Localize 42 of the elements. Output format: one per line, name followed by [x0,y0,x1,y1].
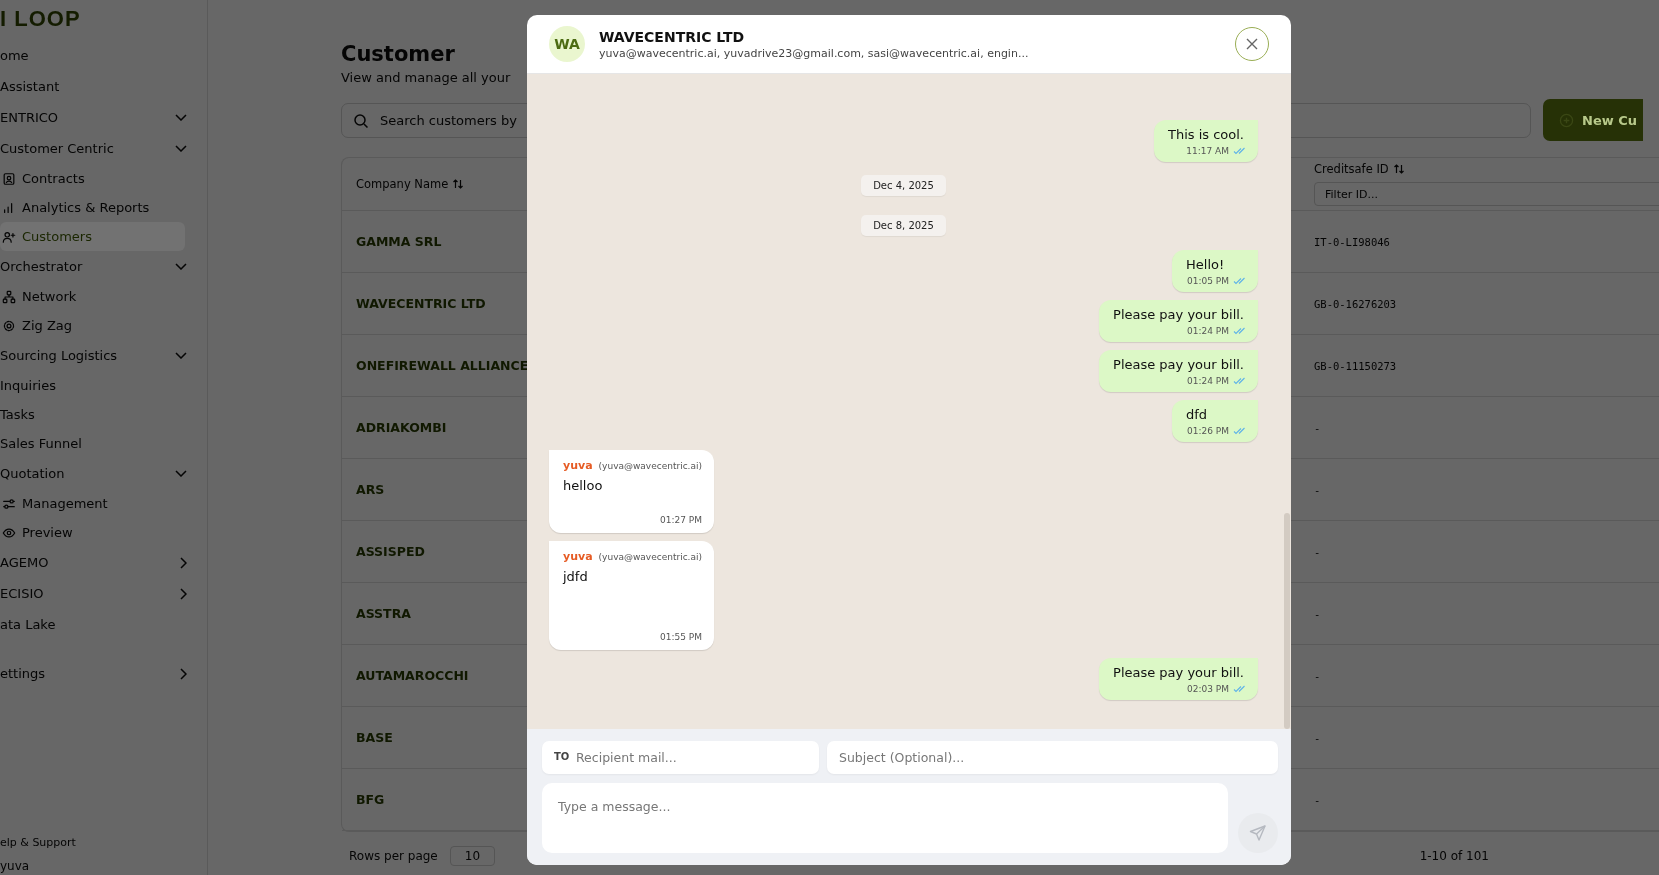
rows-per-page-label: Rows per page [349,849,438,863]
message-time: 11:17 AM [1186,146,1229,156]
chat-title: WAVECENTRIC LTD [599,28,746,45]
table-cell: - [1314,793,1321,806]
message-text: dfd [1186,407,1209,422]
message-time: 01:55 PM [660,632,702,642]
table-cell: GB-0-16276203 [1314,297,1397,310]
message-time: 01:27 PM [660,515,702,525]
table-cell: GB-0-11150273 [1314,359,1397,372]
table-cell: - [1314,421,1321,434]
sender-email: (yuva@wavecentric.ai) [598,552,702,562]
page-range: 1-10 of 101 [1419,849,1489,863]
date-chip: Dec 4, 2025 [861,175,946,196]
message-time: 02:03 PM [1187,684,1229,694]
to-label: TO [554,751,570,762]
sender-name: yuva [563,550,593,563]
message-text: Please pay your bill. [1113,665,1245,680]
date-chip: Dec 8, 2025 [861,215,946,236]
sender-name: yuva [563,459,593,472]
message-text: Hello! [1186,257,1226,272]
message-time: 01:05 PM [1187,276,1229,286]
table-cell: IT-0-LI98046 [1314,235,1390,248]
message-time: 01:24 PM [1187,326,1229,336]
message-text: This is cool. [1168,127,1245,142]
table-cell: - [1314,669,1321,682]
message-time: 01:24 PM [1187,376,1229,386]
user-name: yuva [0,859,31,875]
logo-text: I LOOP [0,5,81,33]
avatar: WA [549,26,585,62]
table-cell: - [1314,545,1321,558]
page-subtitle: View and manage all your [341,70,511,85]
page-title: Customer [341,42,455,66]
table-cell: - [1314,731,1321,744]
message-text: Please pay your bill. [1113,357,1245,372]
table-cell: - [1314,483,1321,496]
message-text: jdfd [563,569,589,584]
recipients-list: yuva@wavecentric.ai, yuvadrive23@gmail.com, sasi@wavecentric.ai, engin... [599,46,1221,60]
sender-email: (yuva@wavecentric.ai) [598,461,702,471]
message-text: Please pay your bill. [1113,307,1245,322]
message-time: 01:26 PM [1187,426,1229,436]
table-cell: - [1314,607,1321,620]
message-text: helloo [563,478,604,493]
